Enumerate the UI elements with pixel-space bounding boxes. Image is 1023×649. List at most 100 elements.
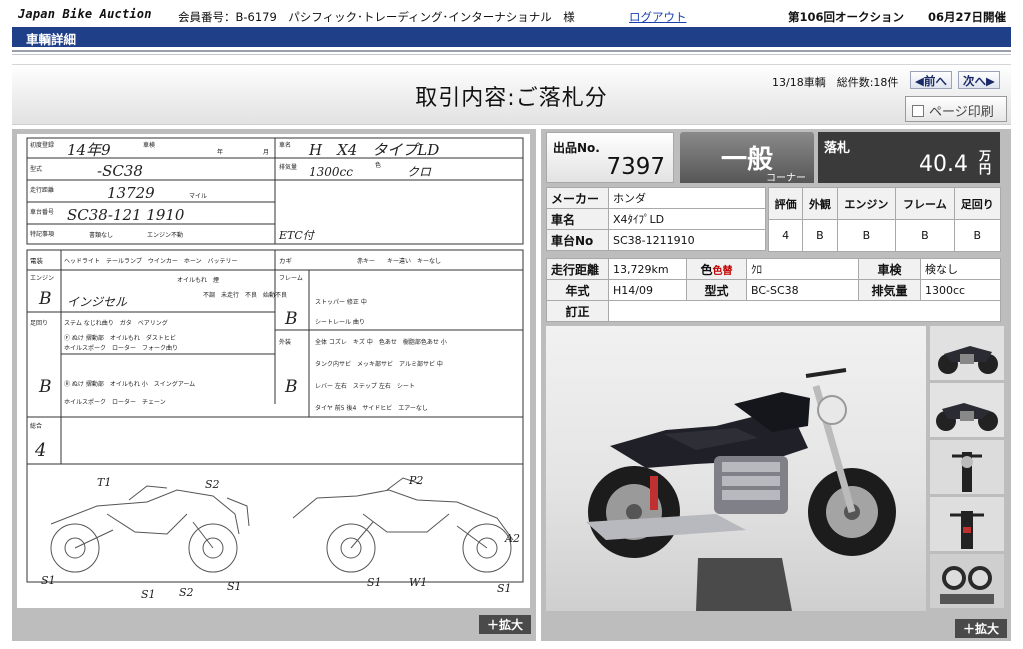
color-label: 色 (375, 161, 381, 169)
print-button[interactable]: ページ印刷 (905, 96, 1007, 122)
model-value: BC-SC38 (746, 279, 859, 301)
winning-bid-label: 落札 (824, 141, 851, 156)
top-header: Japan Bike Auction 会員番号：B-6179 パシフィック･トレ… (0, 0, 1023, 28)
auction-number: 第106回オークション (788, 10, 905, 24)
mark-label: T1 (97, 476, 111, 489)
color-label: 色色替 (686, 258, 747, 280)
suspension-front: Ⓕ ぬけ 摺動部 オイルもれ ダストヒビ (64, 334, 176, 342)
grade-value: B (953, 219, 1001, 252)
member-info: 会員番号：B-6179 パシフィック･トレーディング･インターナショナル 様 (178, 10, 575, 24)
exterior-items: 全体 コズレ キズ 中 色あせ 樹脂部色あせ 小 (315, 338, 447, 346)
year-unit: 年 (217, 148, 223, 156)
suspension-grade: B (38, 377, 52, 397)
correction-label: 訂正 (546, 300, 609, 322)
year-value: H14/09 (608, 279, 687, 301)
site-logo[interactable]: Japan Bike Auction (18, 7, 152, 21)
engine-note: インジセル (67, 295, 128, 309)
frame-no-label: 車台No (546, 229, 609, 251)
notes-a: 書類なし (89, 231, 113, 239)
auction-date: 06月27日開催 (928, 10, 1007, 24)
cc-value: 1300cc (309, 165, 353, 179)
mark-label: S1 (227, 580, 242, 593)
correction-value (608, 300, 1001, 322)
next-button[interactable]: 次へ▶ (958, 71, 1000, 89)
cc-label: 排気量 (279, 163, 297, 171)
suspension-front-2: ホイルスポーク ローター フォーク曲り (64, 344, 178, 352)
section-title-bar: 車輌詳細 (12, 27, 1011, 47)
lot-number: 7397 (606, 154, 665, 180)
mark-label: W1 (409, 576, 427, 589)
price-unit: 万円 (978, 149, 991, 176)
grade-value: B (802, 219, 838, 252)
mark-label: P2 (408, 474, 423, 487)
exterior-grade: B (284, 377, 298, 397)
prev-button[interactable]: ◀前へ (910, 71, 952, 89)
divider (12, 54, 1011, 55)
engine-items: オイルもれ 煙 (177, 276, 219, 284)
kagi-items: 赤キー キー違い キーなし (357, 257, 441, 265)
kagi-label: カギ (279, 257, 293, 265)
photo-thumbnail[interactable] (930, 440, 1004, 494)
divider (12, 50, 1011, 52)
print-icon (912, 105, 924, 117)
notes-b: エンジン不動 (147, 231, 183, 239)
photo-thumbnail[interactable] (930, 497, 1004, 551)
grade-table: 評価 外観 エンジン フレーム 足回り 4 B B B B (767, 187, 1001, 252)
suspension-rear: Ⓡ ぬけ 摺動部 オイルもれ 小 スイングアーム (64, 380, 195, 388)
mark-label: A2 (504, 532, 520, 545)
inspection-sheet[interactable]: 初度登録 車検 年 月 車名 型式 排気量 色 走行距離 車台番号 特記事項 書… (17, 134, 530, 608)
frame-items2: シートレール 曲り (315, 318, 365, 326)
frame-no-value: SC38-121 1910 (67, 206, 185, 224)
frame-section-label: フレーム (279, 275, 303, 282)
grade-header: フレーム (895, 187, 955, 220)
elec-label: 電装 (30, 256, 44, 265)
bike-diagram-right (292, 477, 514, 573)
engine-grade: B (38, 289, 52, 309)
winning-bid-price: 40.4 (919, 152, 968, 177)
mile-note: マイル (189, 193, 207, 200)
month-unit: 月 (263, 149, 269, 156)
color-label-text: 色 (700, 262, 713, 277)
grade-value: B (836, 219, 897, 252)
title-strip: 取引内容:ご落札分 13/18車輌 総件数:18件 ◀前へ 次へ▶ ページ印刷 (12, 64, 1011, 125)
color-value: ｸﾛ (746, 258, 859, 280)
mileage-label: 走行距離 (30, 186, 54, 194)
reg-value: 14年9 (67, 141, 111, 159)
elec-items: ヘッドライト テールランプ ウインカー ホーン バッテリー (64, 257, 238, 265)
color-value: クロ (407, 165, 432, 179)
photo-thumbnail[interactable] (930, 554, 1004, 608)
engine-label: エンジン (30, 275, 54, 282)
mileage-value: 13,729km (608, 258, 687, 280)
grade-value: 4 (767, 219, 804, 252)
main-vehicle-photo[interactable] (546, 326, 926, 611)
etc-value: ETC付 (278, 229, 316, 242)
overall-value: 4 (34, 440, 46, 461)
name-label: 車名 (546, 208, 609, 230)
name-value: X4ﾀｲﾌﾟLD (608, 208, 766, 230)
shaken-value: 検なし (920, 258, 1001, 280)
maker-value: ホンダ (608, 187, 766, 209)
details-table: 走行距離 13,729km 色色替 ｸﾛ 車検 検なし 年式 H14/09 型式… (546, 258, 1001, 322)
inspection-sheet-panel: 初度登録 車検 年 月 車名 型式 排気量 色 走行距離 車台番号 特記事項 書… (12, 129, 536, 641)
overall-label: 総合 (30, 422, 42, 430)
photo-thumbnail[interactable] (930, 383, 1004, 437)
grade-header: 外観 (802, 187, 838, 220)
logout-link[interactable]: ログアウト (629, 9, 687, 25)
winning-bid-box: 落札 40.4 万円 (818, 132, 1000, 183)
photo-thumbnail[interactable] (930, 326, 1004, 380)
type-value: -SC38 (97, 162, 143, 180)
shaken-label: 車検 (143, 141, 155, 149)
mark-label: S1 (141, 588, 156, 601)
mark-label: S1 (367, 576, 382, 589)
print-label: ページ印刷 (929, 105, 994, 120)
grade-header: エンジン (836, 187, 897, 220)
year-label: 年式 (546, 279, 609, 301)
frame-items: ストッパー 修正 中 (315, 298, 367, 306)
vehicle-spec-table: メーカー ホンダ 車名 X4ﾀｲﾌﾟLD 車台No SC38-1211910 (546, 187, 766, 251)
exterior-items-2: タンク内サビ メッキ部サビ アルミ部サビ 中 (315, 360, 443, 368)
zoom-sheet-button[interactable]: ＋拡大 (479, 615, 531, 634)
zoom-photo-button[interactable]: ＋拡大 (955, 619, 1007, 638)
displacement-value: 1300cc (920, 279, 1001, 301)
frame-no-value: SC38-1211910 (608, 229, 766, 251)
name-value: H X4 タイプLD (308, 141, 439, 159)
